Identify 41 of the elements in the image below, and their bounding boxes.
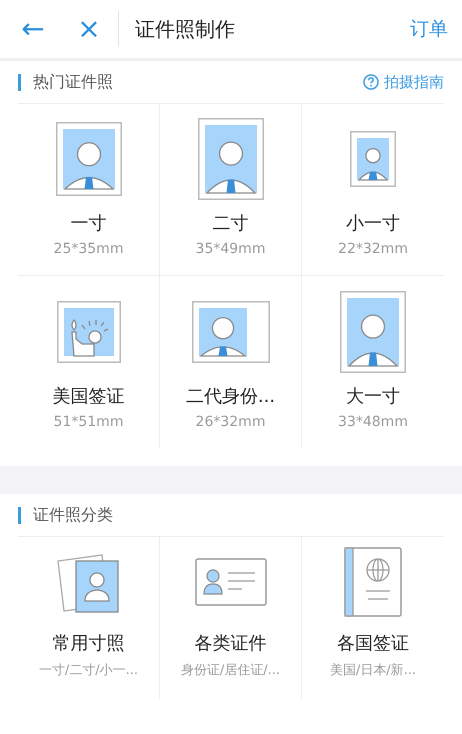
statue-photo-icon	[56, 301, 120, 363]
item-name: 小一寸	[346, 212, 400, 235]
item-name: 一寸	[70, 212, 106, 235]
category-subtitle: 身份证/居住证/...	[180, 662, 280, 679]
category-item[interactable]: 各国签证 美国/日本/新...	[302, 537, 444, 699]
item-size: 35*49mm	[196, 241, 266, 257]
item-name: 美国签证	[52, 385, 124, 408]
section-title: 证件照分类	[33, 504, 114, 526]
item-size: 33*48mm	[338, 414, 408, 430]
photo-size-item[interactable]: 一寸 25*35mm	[18, 104, 160, 276]
item-size: 51*51mm	[54, 414, 124, 430]
item-size: 25*35mm	[54, 241, 124, 257]
category-item[interactable]: 各类证件 身份证/居住证/...	[160, 537, 302, 699]
page-title: 证件照制作	[135, 16, 236, 42]
category-name: 各国签证	[337, 632, 409, 655]
section-title: 热门证件照	[33, 72, 114, 92]
item-size: 26*32mm	[196, 414, 266, 430]
item-size: 22*32mm	[338, 241, 408, 257]
photo-size-item[interactable]: 美国签证 51*51mm	[18, 276, 160, 448]
category-subtitle: 一寸/二寸/小一...	[38, 662, 138, 679]
category-name: 各类证件	[194, 632, 266, 655]
photo-size-item[interactable]: 二寸 35*49mm	[160, 104, 302, 276]
item-name: 二代身份...	[186, 385, 276, 408]
portrait-photo-icon	[56, 122, 122, 196]
item-name: 大一寸	[346, 385, 400, 408]
section-marker	[18, 74, 21, 90]
portrait-photo-icon	[198, 118, 264, 200]
portrait-photo-icon	[350, 131, 396, 187]
photo-size-item[interactable]: 大一寸 33*48mm	[302, 276, 444, 448]
help-icon	[363, 74, 379, 90]
id-card-icon	[194, 558, 266, 606]
portrait-photo-icon	[192, 301, 270, 363]
category-subtitle: 美国/日本/新...	[330, 662, 416, 679]
photo-size-item[interactable]: 二代身份... 26*32mm	[160, 276, 302, 448]
item-name: 二寸	[212, 212, 248, 235]
section-marker	[18, 506, 21, 524]
category-name: 常用寸照	[52, 632, 124, 655]
photo-size-item[interactable]: 小一寸 22*32mm	[302, 104, 444, 276]
portrait-photo-icon	[340, 291, 406, 373]
category-item[interactable]: 常用寸照 一寸/二寸/小一...	[18, 537, 160, 699]
passport-icon	[344, 547, 402, 617]
